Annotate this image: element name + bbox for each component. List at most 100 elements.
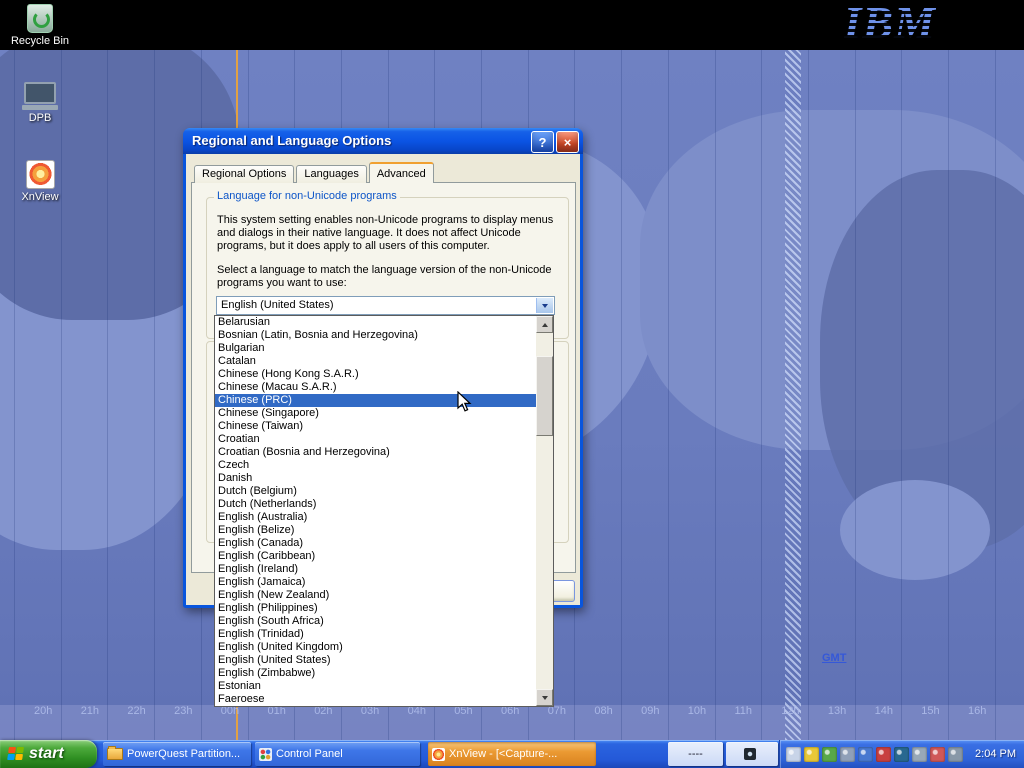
language-option[interactable]: English (Belize) xyxy=(215,524,536,537)
scheduler-icon[interactable] xyxy=(894,747,909,762)
dialog-titlebar[interactable]: Regional and Language Options ? × xyxy=(183,128,583,154)
taskbar-button[interactable]: PowerQuest Partition... xyxy=(103,742,251,766)
scrollbar-thumb[interactable] xyxy=(536,356,553,436)
taskbar-button[interactable]: ---- xyxy=(668,742,723,766)
hour-label: 15h xyxy=(921,705,939,717)
hour-label: 11h xyxy=(735,705,753,717)
language-option[interactable]: Chinese (PRC) xyxy=(215,394,536,407)
update-icon[interactable] xyxy=(822,747,837,762)
language-option[interactable]: English (United States) xyxy=(215,654,536,667)
hour-label: 13h xyxy=(828,705,846,717)
gmt-zone-band xyxy=(785,50,801,740)
close-button[interactable]: × xyxy=(556,131,579,153)
antivirus-icon[interactable] xyxy=(876,747,891,762)
map-landmass xyxy=(640,110,1024,450)
combobox-dropdown-button[interactable] xyxy=(536,298,553,313)
start-button[interactable]: start xyxy=(0,740,97,768)
language-option[interactable]: Czech xyxy=(215,459,536,472)
recycle-bin-icon[interactable]: Recycle Bin xyxy=(8,4,72,47)
language-combobox[interactable]: English (United States) xyxy=(216,296,555,315)
language-option[interactable]: English (Jamaica) xyxy=(215,576,536,589)
taskbar-button-label: XnView - [<Capture-... xyxy=(449,748,557,760)
language-option[interactable]: English (Canada) xyxy=(215,537,536,550)
hour-label: 22h xyxy=(127,705,145,717)
taskbar-button-label: Control Panel xyxy=(276,748,343,760)
folder-icon xyxy=(107,748,123,760)
taskbar-button-label: ---- xyxy=(688,748,703,760)
language-option[interactable]: Croatian (Bosnia and Herzegovina) xyxy=(215,446,536,459)
language-option[interactable]: English (South Africa) xyxy=(215,615,536,628)
dropdown-scrollbar[interactable] xyxy=(536,316,553,706)
taskbar-button-label: PowerQuest Partition... xyxy=(127,748,240,760)
language-option[interactable]: Dutch (Netherlands) xyxy=(215,498,536,511)
language-option[interactable]: Croatian xyxy=(215,433,536,446)
language-option[interactable]: English (Trinidad) xyxy=(215,628,536,641)
laptop-glyph xyxy=(8,82,72,110)
map-landmass xyxy=(820,170,1024,550)
language-option[interactable]: English (Zimbabwe) xyxy=(215,667,536,680)
tab-regional-options[interactable]: Regional Options xyxy=(194,165,294,183)
tray-icons xyxy=(786,747,963,762)
hour-label: 20h xyxy=(34,705,52,717)
xnview-icon[interactable]: XnView xyxy=(8,160,72,203)
app-icon xyxy=(744,748,756,760)
xnview-glyph xyxy=(26,160,55,189)
control-panel-icon xyxy=(259,748,272,761)
hour-label: 09h xyxy=(641,705,659,717)
taskbar-button[interactable]: XnView - [<Capture-... xyxy=(428,742,596,766)
tab-advanced[interactable]: Advanced xyxy=(369,162,434,183)
language-option[interactable]: English (United Kingdom) xyxy=(215,641,536,654)
help-button[interactable]: ? xyxy=(531,131,554,153)
language-option[interactable]: English (Australia) xyxy=(215,511,536,524)
language-group-title: Language for non-Unicode programs xyxy=(214,190,400,202)
taskbar-button[interactable]: Control Panel xyxy=(255,742,420,766)
language-option[interactable]: Faeroese xyxy=(215,693,536,706)
language-option[interactable]: Bosnian (Latin, Bosnia and Herzegovina) xyxy=(215,329,536,342)
language-option[interactable]: English (New Zealand) xyxy=(215,589,536,602)
arrow-down-icon xyxy=(542,696,548,700)
messenger-icon[interactable] xyxy=(930,747,945,762)
dpb-icon[interactable]: DPB xyxy=(8,82,72,124)
scroll-up-button[interactable] xyxy=(536,316,553,333)
ibm-logo: IBM xyxy=(844,0,936,49)
language-instruction: Select a language to match the language … xyxy=(217,264,561,290)
usb-icon[interactable] xyxy=(912,747,927,762)
hour-label: 12h xyxy=(781,705,799,717)
language-option[interactable]: Chinese (Singapore) xyxy=(215,407,536,420)
start-button-label: start xyxy=(29,745,64,763)
language-option[interactable]: Danish xyxy=(215,472,536,485)
language-option[interactable]: Estonian xyxy=(215,680,536,693)
recycle-bin-glyph xyxy=(27,4,53,33)
desktop: GMT 20h21h22h23h00h01h02h03h04h05h06h07h… xyxy=(0,0,1024,768)
gmt-label: GMT xyxy=(822,652,846,664)
language-option[interactable]: English (Caribbean) xyxy=(215,550,536,563)
language-option[interactable]: Chinese (Taiwan) xyxy=(215,420,536,433)
map-landmass xyxy=(840,480,990,580)
language-combobox-value: English (United States) xyxy=(221,299,334,311)
chevron-down-icon xyxy=(542,304,548,308)
windows-flag-icon xyxy=(7,747,25,761)
xnview-icon xyxy=(432,748,445,761)
display-icon[interactable] xyxy=(786,747,801,762)
language-option[interactable]: English (Philippines) xyxy=(215,602,536,615)
security-shield-icon[interactable] xyxy=(804,747,819,762)
language-option[interactable]: English (Ireland) xyxy=(215,563,536,576)
language-option[interactable]: Chinese (Macau S.A.R.) xyxy=(215,381,536,394)
volume-icon[interactable] xyxy=(840,747,855,762)
hour-label: 14h xyxy=(875,705,893,717)
language-option[interactable]: Belarusian xyxy=(215,316,536,329)
network-icon[interactable] xyxy=(858,747,873,762)
hour-label: 16h xyxy=(968,705,986,717)
tab-languages[interactable]: Languages xyxy=(296,165,366,183)
battery-icon[interactable] xyxy=(948,747,963,762)
recycle-bin-label: Recycle Bin xyxy=(8,35,72,47)
scroll-down-button[interactable] xyxy=(536,689,553,706)
language-option[interactable]: Bulgarian xyxy=(215,342,536,355)
language-option[interactable]: Catalan xyxy=(215,355,536,368)
language-option[interactable]: Dutch (Belgium) xyxy=(215,485,536,498)
taskbar-clock[interactable]: 2:04 PM xyxy=(975,748,1016,760)
language-option[interactable]: Chinese (Hong Kong S.A.R.) xyxy=(215,368,536,381)
hour-label: 08h xyxy=(594,705,612,717)
taskbar-button[interactable] xyxy=(726,742,778,766)
language-description: This system setting enables non-Unicode … xyxy=(217,214,561,253)
